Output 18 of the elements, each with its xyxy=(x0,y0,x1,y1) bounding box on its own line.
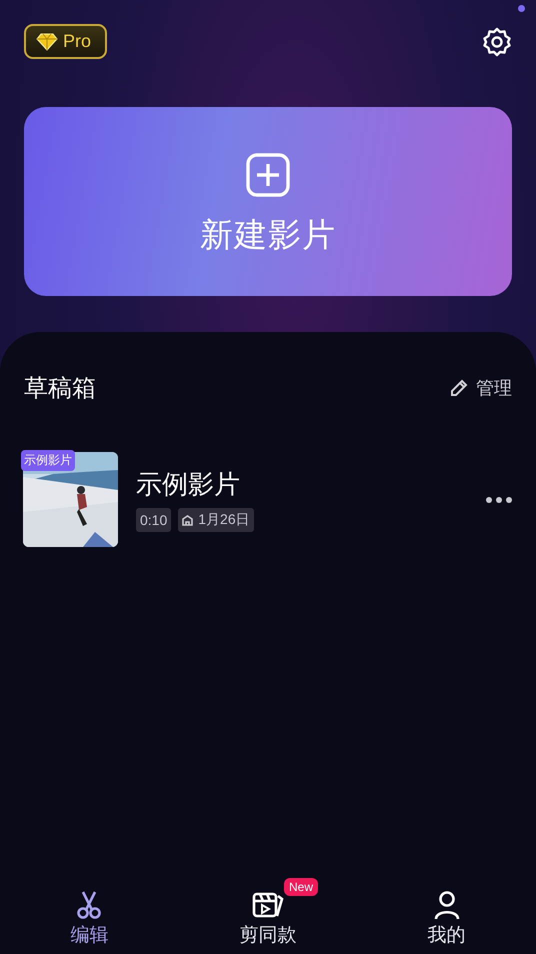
new-badge: New xyxy=(284,878,318,896)
new-project-button[interactable]: 新建影片 xyxy=(24,107,512,296)
nav-tab[interactable]: 我的 xyxy=(386,890,507,948)
draft-title[interactable]: 示例影片 xyxy=(136,467,468,502)
settings-icon[interactable] xyxy=(482,26,512,56)
pro-badge[interactable]: Pro xyxy=(24,24,108,59)
sample-tag: 示例影片 xyxy=(21,450,75,471)
nav-tab[interactable]: 编辑 xyxy=(29,890,150,948)
drafts-title: 草稿箱 xyxy=(24,373,96,404)
manage-button[interactable]: 管理 xyxy=(450,376,512,400)
more-icon[interactable] xyxy=(486,496,512,502)
add-icon xyxy=(246,152,290,196)
person-icon xyxy=(432,890,462,920)
diamond-icon xyxy=(36,32,58,50)
date-label: 1月26日 xyxy=(178,508,254,532)
clapper-icon xyxy=(252,890,284,920)
pencil-icon xyxy=(450,379,468,397)
duration-label: 0:10 xyxy=(136,508,172,532)
